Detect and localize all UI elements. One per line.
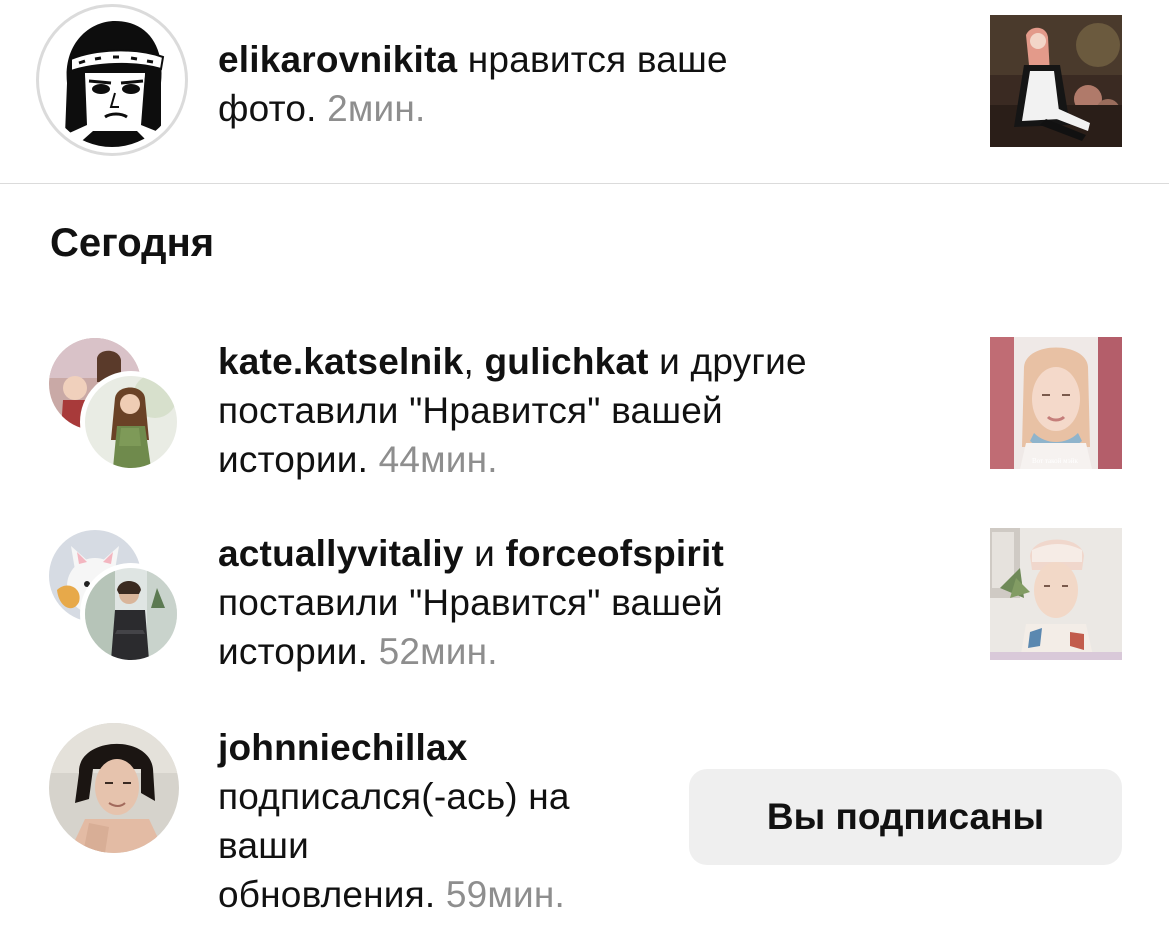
username-link[interactable]: elikarovnikita [218, 39, 457, 80]
avatar-photo-icon [85, 376, 177, 468]
photo-thumbnail-icon [990, 15, 1122, 147]
username-link[interactable]: gulichkat [484, 341, 648, 382]
section-title-today: Сегодня [50, 221, 215, 265]
story-thumbnail-icon [990, 337, 1122, 469]
avatar-illustration-icon [45, 13, 179, 147]
avatar-photo-icon [85, 568, 177, 660]
story-thumbnail[interactable]: Вот такой мэйк [990, 337, 1122, 469]
notification-story-like-2[interactable]: actuallyvitaliy и forceofspirit поставил… [0, 522, 1169, 682]
avatar-photo-icon [49, 723, 179, 853]
section-divider [0, 183, 1169, 184]
avatar-gulichkat[interactable] [80, 371, 182, 473]
following-button[interactable]: Вы подписаны [689, 769, 1122, 865]
story-thumbnail[interactable] [990, 528, 1122, 660]
avatar-johnniechillax[interactable] [49, 723, 179, 853]
post-thumbnail[interactable] [990, 15, 1122, 147]
timestamp: 2мин. [327, 88, 426, 129]
avatar-forceofspirit[interactable] [80, 563, 182, 665]
notification-text: actuallyvitaliy и forceofspirit поставил… [218, 533, 724, 672]
username-link[interactable]: kate.katselnik [218, 341, 464, 382]
notification-story-like-1[interactable]: kate.katselnik, gulichkat и другие поста… [0, 330, 1169, 490]
username-link[interactable]: johnniechillax [218, 727, 468, 768]
timestamp: 59мин. [445, 874, 566, 915]
username-link[interactable]: forceofspirit [506, 533, 724, 574]
notification-like-photo[interactable]: elikarovnikita нравится ваше фото. 2мин. [0, 0, 1169, 183]
story-caption: Вот такой мэйк [1032, 457, 1078, 465]
avatar-elikarovnikita[interactable] [36, 4, 188, 156]
notification-text: elikarovnikita нравится ваше фото. 2мин. [218, 39, 728, 129]
story-thumbnail-icon [990, 528, 1122, 660]
timestamp: 44мин. [378, 439, 498, 480]
username-link[interactable]: actuallyvitaliy [218, 533, 464, 574]
notification-text: kate.katselnik, gulichkat и другие поста… [218, 341, 807, 480]
timestamp: 52мин. [378, 631, 498, 672]
notification-text: johnniechillax подписался(-ась) на ваши … [218, 727, 570, 915]
